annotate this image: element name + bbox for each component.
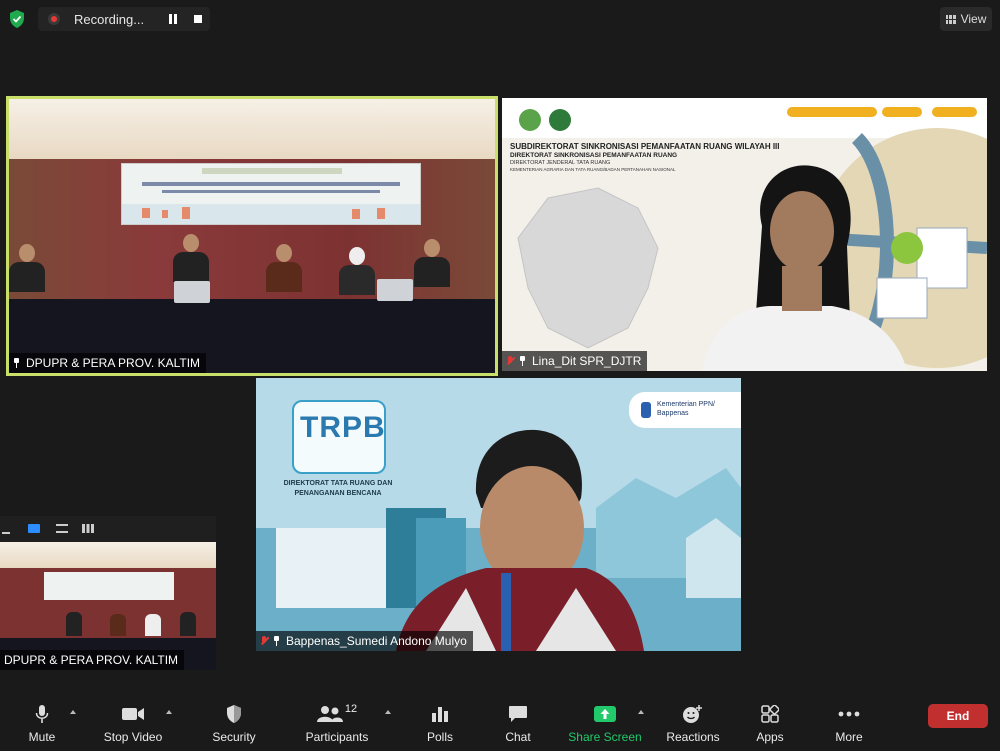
bappenas-org-line1: Kementerian PPN/ [657, 401, 715, 408]
reactions-smiley-icon [683, 705, 702, 723]
self-view-name: DPUPR & PERA PROV. KALTIM [4, 653, 179, 667]
logo-caption-1: DIREKTORAT TATA RUANG DAN [283, 480, 393, 487]
participant-person [266, 244, 302, 292]
mute-button[interactable]: Mute [18, 702, 66, 748]
minimize-icon[interactable] [2, 532, 10, 534]
pin-icon [13, 358, 20, 368]
speaker-person [702, 165, 907, 371]
shield-icon [227, 705, 241, 723]
view-button[interactable]: View [940, 7, 992, 31]
chat-button[interactable]: Chat [498, 702, 538, 748]
video-tile-dpupr[interactable]: DPUPR & PERA PROV. KALTIM [6, 96, 498, 376]
share-options-caret[interactable] [638, 710, 644, 714]
grid-view-icon [945, 14, 956, 24]
more-button[interactable]: More [828, 702, 870, 748]
end-label: End [946, 709, 970, 723]
participants-button[interactable]: 12 Participants [302, 702, 372, 748]
pin-icon [273, 636, 280, 646]
microphone-icon [35, 705, 49, 723]
share-screen-icon [594, 706, 616, 722]
self-view-video: DPUPR & PERA PROV. KALTIM [0, 542, 216, 670]
tile-name-label: Bappenas_Sumedi Andono Mulyo [256, 631, 473, 651]
recording-dot-icon [48, 13, 60, 25]
laptop [377, 279, 413, 301]
participant-person [173, 234, 209, 282]
stop-recording-icon[interactable] [194, 15, 202, 23]
self-view-name-label: DPUPR & PERA PROV. KALTIM [0, 650, 185, 670]
speaker-view-icon[interactable] [28, 524, 40, 533]
participant-name: DPUPR & PERA PROV. KALTIM [26, 356, 201, 370]
video-options-caret[interactable] [166, 710, 172, 714]
muted-mic-icon [260, 636, 268, 646]
gallery-view-icon[interactable] [82, 524, 94, 533]
bappenas-org-line2: Bappenas [657, 410, 689, 417]
recording-indicator: Recording... [38, 7, 210, 31]
strip-view-icon[interactable] [56, 524, 68, 533]
reactions-button[interactable]: Reactions [664, 702, 722, 748]
security-label: Security [212, 730, 256, 744]
security-button[interactable]: Security [206, 702, 262, 748]
tile-name-label: DPUPR & PERA PROV. KALTIM [9, 353, 207, 373]
participants-label: Participants [305, 730, 369, 744]
participants-icon [316, 706, 343, 722]
banner-graphic [122, 168, 420, 224]
participant-person [414, 239, 450, 287]
mute-label: Mute [28, 730, 56, 744]
apps-button[interactable]: Apps [750, 702, 790, 748]
end-meeting-button[interactable]: End [928, 704, 988, 728]
chat-bubble-icon [509, 706, 527, 722]
logo-caption-2: PENANGANAN BENCANA [294, 490, 382, 497]
stop-video-label: Stop Video [103, 730, 163, 744]
security-shield-icon[interactable] [8, 9, 26, 29]
view-label: View [960, 12, 987, 26]
participant-name: Lina_Dit SPR_DJTR [532, 354, 642, 368]
apps-label: Apps [756, 730, 784, 744]
muted-mic-icon [506, 356, 514, 366]
polls-button[interactable]: Polls [420, 702, 460, 748]
slide-subtitle: DIREKTORAT SINKRONISASI PEMANFAATAN RUAN… [510, 152, 678, 159]
island-map-graphic [517, 187, 659, 349]
self-view-controls [0, 516, 216, 542]
share-screen-label: Share Screen [568, 730, 642, 744]
pin-icon [519, 356, 526, 366]
share-screen-button[interactable]: Share Screen [566, 702, 644, 748]
bappenas-logo-icon [641, 402, 651, 418]
self-view-panel[interactable]: DPUPR & PERA PROV. KALTIM [0, 516, 216, 670]
stop-video-button[interactable]: Stop Video [100, 702, 166, 748]
tile-name-label: Lina_Dit SPR_DJTR [502, 351, 648, 371]
pause-recording-icon[interactable] [169, 14, 177, 24]
trpb-logo-text: TRPB [300, 411, 386, 444]
audio-options-caret[interactable] [70, 710, 76, 714]
video-tile-bappenas[interactable]: TRPB DIREKTORAT TATA RUANG DAN PENANGANA… [256, 378, 741, 651]
participants-options-caret[interactable] [385, 710, 391, 714]
more-label: More [835, 730, 863, 744]
recording-label: Recording... [74, 11, 145, 27]
polls-icon [432, 707, 448, 722]
more-dots-icon [838, 711, 860, 717]
polls-label: Polls [426, 730, 453, 744]
event-banner [121, 163, 421, 225]
meeting-toolbar: Mute Stop Video Security 12 Participants… [0, 692, 1000, 751]
participant-person [339, 247, 375, 295]
video-camera-icon [122, 708, 144, 720]
participant-person [9, 244, 45, 292]
trpb-logo: TRPB DIREKTORAT TATA RUANG DAN PENANGANA… [278, 396, 398, 504]
reactions-label: Reactions [666, 730, 720, 744]
chat-label: Chat [505, 730, 531, 744]
slide-subtitle-2: DIREKTORAT JENDERAL TATA RUANG [510, 160, 611, 166]
apps-icon [761, 705, 779, 723]
participants-count: 12 [344, 703, 358, 715]
speaker-person [396, 429, 644, 651]
slide-subtitle-3: KEMENTERIAN AGRARIA DAN TATA RUANG/BADAN… [510, 167, 676, 172]
laptop [174, 281, 210, 303]
participant-name: Bappenas_Sumedi Andono Mulyo [286, 634, 467, 648]
video-tile-lina[interactable]: SUBDIREKTORAT SINKRONISASI PEMANFAATAN R… [502, 98, 987, 371]
slide-title: SUBDIREKTORAT SINKRONISASI PEMANFAATAN R… [510, 142, 780, 151]
